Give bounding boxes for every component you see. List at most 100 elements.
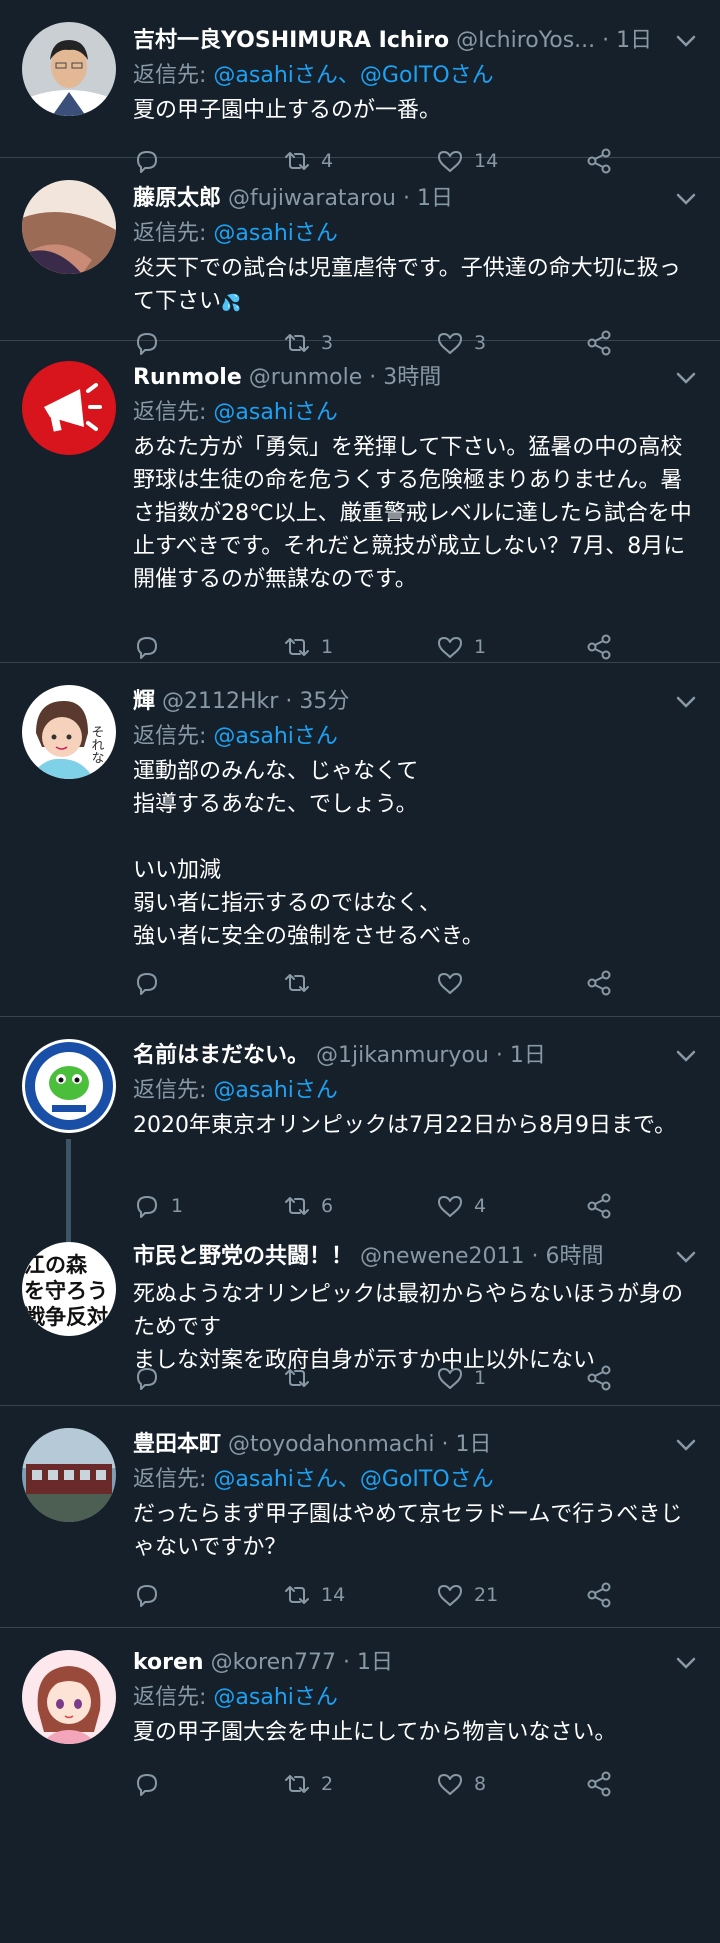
chevron-down-icon[interactable]: [674, 1248, 698, 1266]
avatar-text: 江の森: [24, 1253, 88, 1277]
chevron-down-icon[interactable]: [674, 1436, 698, 1454]
mention-link[interactable]: @asahiさん: [213, 1685, 337, 1710]
reply-button[interactable]: [133, 1360, 171, 1396]
share-button[interactable]: [585, 629, 613, 665]
user-handle[interactable]: @newene2011: [360, 1244, 524, 1269]
retweet-count: 1: [321, 636, 334, 658]
display-name[interactable]: 輝: [133, 689, 155, 714]
mention-link[interactable]: @asahiさん、@GoITOさん: [213, 1467, 493, 1492]
tweet-actions: 1 6 4: [133, 1188, 613, 1224]
display-name[interactable]: koren: [133, 1650, 204, 1675]
share-button[interactable]: [585, 965, 613, 1001]
retweet-button[interactable]: 14: [283, 1577, 345, 1613]
user-handle[interactable]: @IchiroYos...: [456, 28, 595, 53]
display-name[interactable]: 吉村一良YOSHIMURA Ichiro: [133, 28, 449, 53]
tweet[interactable]: Runmole @runmole · 3時間 返信先: @asahiさん あなた…: [0, 341, 720, 663]
like-button[interactable]: 1: [436, 1360, 486, 1396]
tweet[interactable]: 吉村一良YOSHIMURA Ichiro @IchiroYos... · 1日 …: [0, 0, 720, 174]
user-handle[interactable]: @2112Hkr: [162, 689, 278, 714]
tweet-text: あなた方が「勇気」を発揮して下さい。猛暑の中の高校野球は生徒の命を危うくする危険…: [133, 435, 692, 592]
avatar[interactable]: それな: [22, 685, 116, 779]
timestamp[interactable]: 1日: [616, 28, 652, 53]
tweet[interactable]: koren @koren777 · 1日 返信先: @asahiさん 夏の甲子園…: [0, 1628, 720, 1843]
share-button[interactable]: [585, 1188, 613, 1224]
user-handle[interactable]: @koren777: [211, 1650, 336, 1675]
retweet-button[interactable]: [283, 965, 321, 1001]
reply-to: 返信先: @asahiさん: [133, 397, 700, 429]
avatar[interactable]: [22, 361, 116, 455]
timestamp[interactable]: 3時間: [383, 365, 441, 390]
display-name[interactable]: 市民と野党の共闘！！: [133, 1244, 353, 1269]
mention-link[interactable]: @asahiさん: [213, 400, 337, 425]
tweet[interactable]: 豊田本町 @toyodahonmachi · 1日 返信先: @asahiさん、…: [0, 1406, 720, 1628]
retweet-button[interactable]: 1: [283, 629, 333, 665]
mention-link[interactable]: @asahiさん: [213, 724, 337, 749]
timestamp[interactable]: 1日: [510, 1043, 546, 1068]
like-button[interactable]: 1: [436, 629, 486, 665]
display-name[interactable]: Runmole: [133, 365, 242, 390]
reply-icon: [137, 973, 157, 995]
like-button[interactable]: [436, 965, 474, 1001]
mention-link[interactable]: @asahiさん: [213, 221, 337, 246]
reply-button[interactable]: [133, 1577, 171, 1613]
avatar[interactable]: 江の森 を守ろう 戦争反対: [22, 1242, 116, 1336]
share-icon: [587, 1582, 611, 1608]
like-button[interactable]: 21: [436, 1577, 498, 1613]
share-icon: [587, 634, 611, 660]
display-name[interactable]: 豊田本町: [133, 1432, 221, 1457]
timestamp[interactable]: 1日: [417, 186, 453, 211]
chevron-down-icon[interactable]: [674, 693, 698, 711]
share-button[interactable]: [585, 1360, 613, 1396]
user-handle[interactable]: @toyodahonmachi: [228, 1432, 434, 1457]
reply-button[interactable]: [133, 965, 171, 1001]
avatar[interactable]: [22, 1039, 116, 1133]
retweet-button[interactable]: [283, 1360, 321, 1396]
like-count: 4: [474, 1195, 487, 1217]
avatar[interactable]: [22, 1428, 116, 1522]
chevron-down-icon[interactable]: [674, 1047, 698, 1065]
separator-dot: ·: [369, 365, 377, 390]
reply-button[interactable]: 1: [133, 1188, 183, 1224]
like-button[interactable]: 8: [436, 1766, 486, 1802]
tweet-actions: 1: [133, 1360, 613, 1396]
avatar[interactable]: [22, 22, 116, 116]
tweet[interactable]: 藤原太郎 @fujiwaratarou · 1日 返信先: @asahiさん 炎…: [0, 158, 720, 356]
retweet-button[interactable]: 2: [283, 1766, 333, 1802]
timestamp[interactable]: 6時間: [546, 1244, 604, 1269]
timestamp[interactable]: 1日: [357, 1650, 393, 1675]
timestamp[interactable]: 1日: [455, 1432, 491, 1457]
user-handle[interactable]: @fujiwaratarou: [228, 186, 396, 211]
chevron-down-icon[interactable]: [674, 32, 698, 50]
retweet-count: 14: [321, 1584, 346, 1606]
mention-link[interactable]: @asahiさん、@GoITOさん: [213, 63, 493, 88]
retweet-icon: [285, 974, 309, 992]
display-name[interactable]: 藤原太郎: [133, 186, 221, 211]
timestamp[interactable]: 35分: [299, 689, 349, 714]
tweet[interactable]: それな 輝 @2112Hkr · 35分 返信先: @asahiさん 運動部のみ…: [0, 663, 720, 1017]
chevron-down-icon[interactable]: [674, 1654, 698, 1672]
chevron-down-icon[interactable]: [674, 369, 698, 387]
reply-button[interactable]: [133, 1766, 171, 1802]
mention-link[interactable]: @asahiさん: [213, 1078, 337, 1103]
share-button[interactable]: [585, 1577, 613, 1613]
separator-dot: ·: [403, 186, 411, 211]
like-count: 8: [474, 1773, 487, 1795]
retweet-icon: [285, 1369, 309, 1387]
display-name[interactable]: 名前はまだない。: [133, 1043, 309, 1068]
sweat-emoji: 💦: [221, 293, 241, 312]
tweet[interactable]: 江の森 を守ろう 戦争反対 市民と野党の共闘！！ @newene2011 · 6…: [0, 1230, 720, 1406]
tweet[interactable]: 名前はまだない。 @1jikanmuryou · 1日 返信先: @asahiさ…: [0, 1017, 720, 1230]
share-button[interactable]: [585, 1766, 613, 1802]
separator-dot: ·: [531, 1244, 539, 1269]
chevron-down-icon[interactable]: [674, 190, 698, 208]
avatar[interactable]: [22, 1650, 116, 1744]
reply-icon: [137, 1774, 157, 1796]
user-handle[interactable]: @runmole: [249, 365, 362, 390]
retweet-button[interactable]: 6: [283, 1188, 333, 1224]
reply-prefix: 返信先:: [133, 724, 207, 749]
like-button[interactable]: 4: [436, 1188, 486, 1224]
user-handle[interactable]: @1jikanmuryou: [316, 1043, 489, 1068]
avatar[interactable]: [22, 180, 116, 274]
reply-prefix: 返信先:: [133, 400, 207, 425]
reply-button[interactable]: [133, 629, 171, 665]
